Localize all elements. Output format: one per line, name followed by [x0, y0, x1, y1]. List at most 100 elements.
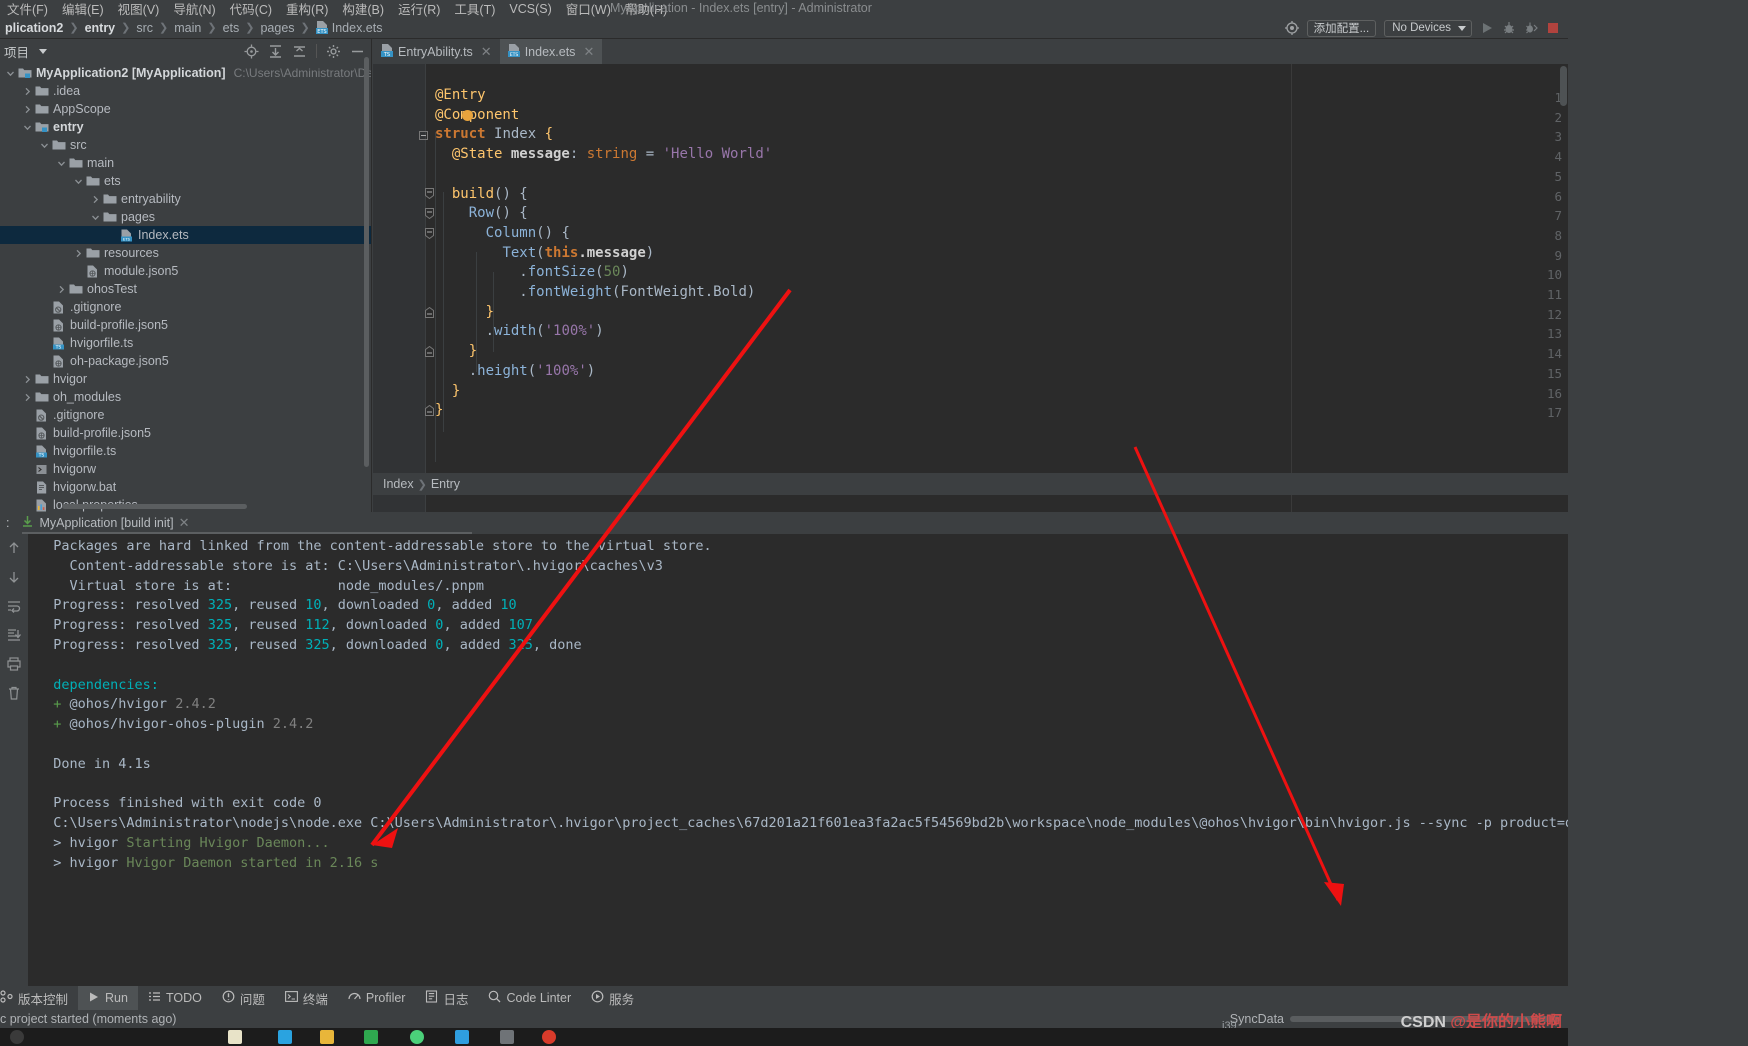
code-line[interactable]: }	[435, 343, 477, 359]
fold-marker[interactable]	[425, 404, 434, 416]
code-line[interactable]: @State message: string = 'Hello World'	[435, 146, 772, 162]
tree-item[interactable]: build-profile.json5	[0, 424, 371, 442]
collapse-all-icon[interactable]	[292, 44, 307, 59]
chevron-right-icon[interactable]	[21, 105, 34, 114]
target-icon[interactable]	[1284, 21, 1299, 35]
chevron-right-icon[interactable]	[21, 87, 34, 96]
code-line[interactable]: .height('100%')	[435, 363, 595, 379]
fold-marker[interactable]	[419, 129, 428, 140]
editor-gutter[interactable]	[373, 64, 425, 512]
menu-item-build[interactable]: 构建(B)	[335, 0, 391, 17]
chevron-down-icon[interactable]	[38, 141, 51, 150]
debug-icon[interactable]	[1502, 21, 1516, 35]
tree-item-selected[interactable]: ETS Index.ets	[0, 226, 371, 244]
chevron-right-icon[interactable]	[72, 249, 85, 258]
device-selector[interactable]: No Devices	[1384, 19, 1472, 37]
scroll-to-end-icon[interactable]	[6, 627, 22, 643]
code-line[interactable]: .fontWeight(FontWeight.Bold)	[435, 284, 755, 300]
close-icon[interactable]: ✕	[179, 515, 190, 531]
code-line[interactable]: }	[435, 383, 460, 399]
code-line[interactable]: struct Index {	[435, 126, 553, 142]
close-icon[interactable]: ✕	[583, 44, 594, 60]
menu-item-tools[interactable]: 工具(T)	[447, 0, 502, 17]
stop-icon[interactable]	[1546, 21, 1560, 35]
tree-item[interactable]: AppScope	[0, 100, 371, 118]
profile-debug-icon[interactable]	[1524, 21, 1538, 35]
code-line[interactable]: .fontSize(50)	[435, 264, 629, 280]
expand-all-icon[interactable]	[268, 44, 283, 59]
breadcrumb-item-entry[interactable]: entry	[80, 21, 121, 35]
chevron-down-icon[interactable]	[39, 48, 48, 54]
status-item-problems[interactable]: 问题	[212, 986, 275, 1010]
code-line[interactable]: Row() {	[435, 205, 528, 221]
fold-marker[interactable]	[425, 345, 434, 357]
chevron-down-icon[interactable]	[89, 213, 102, 222]
fold-marker[interactable]	[425, 306, 434, 318]
tree-item[interactable]: oh-package.json5	[0, 352, 371, 370]
code-line[interactable]: .width('100%')	[435, 323, 604, 339]
project-tree[interactable]: MyApplication2 [MyApplication] C:\Users\A…	[0, 63, 371, 512]
code-line[interactable]: Column() {	[435, 225, 570, 241]
tree-item[interactable]: .idea	[0, 82, 371, 100]
chevron-down-icon[interactable]	[21, 123, 34, 132]
tree-item[interactable]: .gitignore	[0, 298, 371, 316]
chevron-right-icon[interactable]	[21, 375, 34, 384]
taskbar-excel-icon[interactable]	[364, 1030, 378, 1044]
tree-item[interactable]: hvigorw.bat	[0, 478, 371, 496]
taskbar-store-icon[interactable]	[278, 1030, 292, 1044]
run-tab-build-init[interactable]: MyApplication [build init] ✕	[15, 515, 195, 531]
tree-item[interactable]: pages	[0, 208, 371, 226]
chevron-right-icon[interactable]	[89, 195, 102, 204]
breadcrumb-item-file[interactable]: ETS Index.ets	[311, 21, 388, 35]
tree-item[interactable]: TS hvigorfile.ts	[0, 334, 371, 352]
tree-item[interactable]: oh_modules	[0, 388, 371, 406]
status-breadcrumb-index[interactable]: Index	[383, 477, 414, 491]
intention-bulb-icon[interactable]	[462, 110, 473, 121]
tree-item[interactable]: .gitignore	[0, 406, 371, 424]
status-item-vcs[interactable]: 版本控制	[0, 986, 78, 1010]
tree-item[interactable]: entryability	[0, 190, 371, 208]
taskbar-wechat-icon[interactable]	[410, 1030, 424, 1044]
tree-item[interactable]: hvigor	[0, 370, 371, 388]
down-arrow-icon[interactable]	[6, 569, 22, 585]
status-item-code-linter[interactable]: Code Linter	[478, 986, 581, 1010]
tree-item[interactable]: main	[0, 154, 371, 172]
taskbar-browser-icon[interactable]	[542, 1030, 556, 1044]
chevron-right-icon[interactable]	[21, 393, 34, 402]
editor-scrollbar[interactable]	[1560, 66, 1567, 106]
menu-item-view[interactable]: 视图(V)	[111, 0, 167, 17]
taskbar-app-icon[interactable]	[228, 1030, 242, 1044]
code-line[interactable]: @Entry	[435, 87, 486, 103]
status-item-log[interactable]: 日志	[415, 986, 478, 1010]
tree-item[interactable]: resources	[0, 244, 371, 262]
run-icon[interactable]	[1480, 21, 1494, 35]
tree-item[interactable]: ets	[0, 172, 371, 190]
tree-item[interactable]: src	[0, 136, 371, 154]
console-output[interactable]: Packages are hard linked from the conten…	[29, 534, 1568, 986]
soft-wrap-icon[interactable]	[6, 598, 22, 614]
code-editor[interactable]: 1 2 3 4 5 6 7 8 9 10 11 12 13 14 15 16 17 @Entry @Compone…	[373, 64, 1568, 512]
tree-item[interactable]: TS hvigorfile.ts	[0, 442, 371, 460]
taskbar-explorer-icon[interactable]	[320, 1030, 334, 1044]
trash-icon[interactable]	[6, 685, 22, 701]
fold-marker[interactable]	[425, 188, 434, 200]
code-line[interactable]	[435, 166, 443, 182]
code-line[interactable]: build() {	[435, 186, 528, 202]
tree-item[interactable]: entry	[0, 118, 371, 136]
tree-item[interactable]: hvigorw	[0, 460, 371, 478]
tree-item[interactable]: build-profile.json5	[0, 316, 371, 334]
menu-item-refactor[interactable]: 重构(R)	[279, 0, 335, 17]
status-item-profiler[interactable]: Profiler	[338, 986, 416, 1010]
chevron-down-icon[interactable]	[55, 159, 68, 168]
project-tree-vertical-scrollbar[interactable]	[364, 57, 369, 467]
status-item-run[interactable]: Run	[78, 986, 138, 1010]
code-line[interactable]: @Component	[435, 107, 519, 123]
gear-icon[interactable]	[326, 44, 341, 59]
chevron-down-icon[interactable]	[4, 69, 17, 78]
menu-item-vcs[interactable]: VCS(S)	[502, 2, 558, 16]
editor-tab-entryability[interactable]: TS EntryAbility.ts ✕	[373, 39, 500, 64]
breadcrumb-item-pages[interactable]: pages	[255, 21, 299, 35]
tree-item[interactable]: ohosTest	[0, 280, 371, 298]
status-item-terminal[interactable]: 终端	[275, 986, 338, 1010]
up-arrow-icon[interactable]	[6, 540, 22, 556]
